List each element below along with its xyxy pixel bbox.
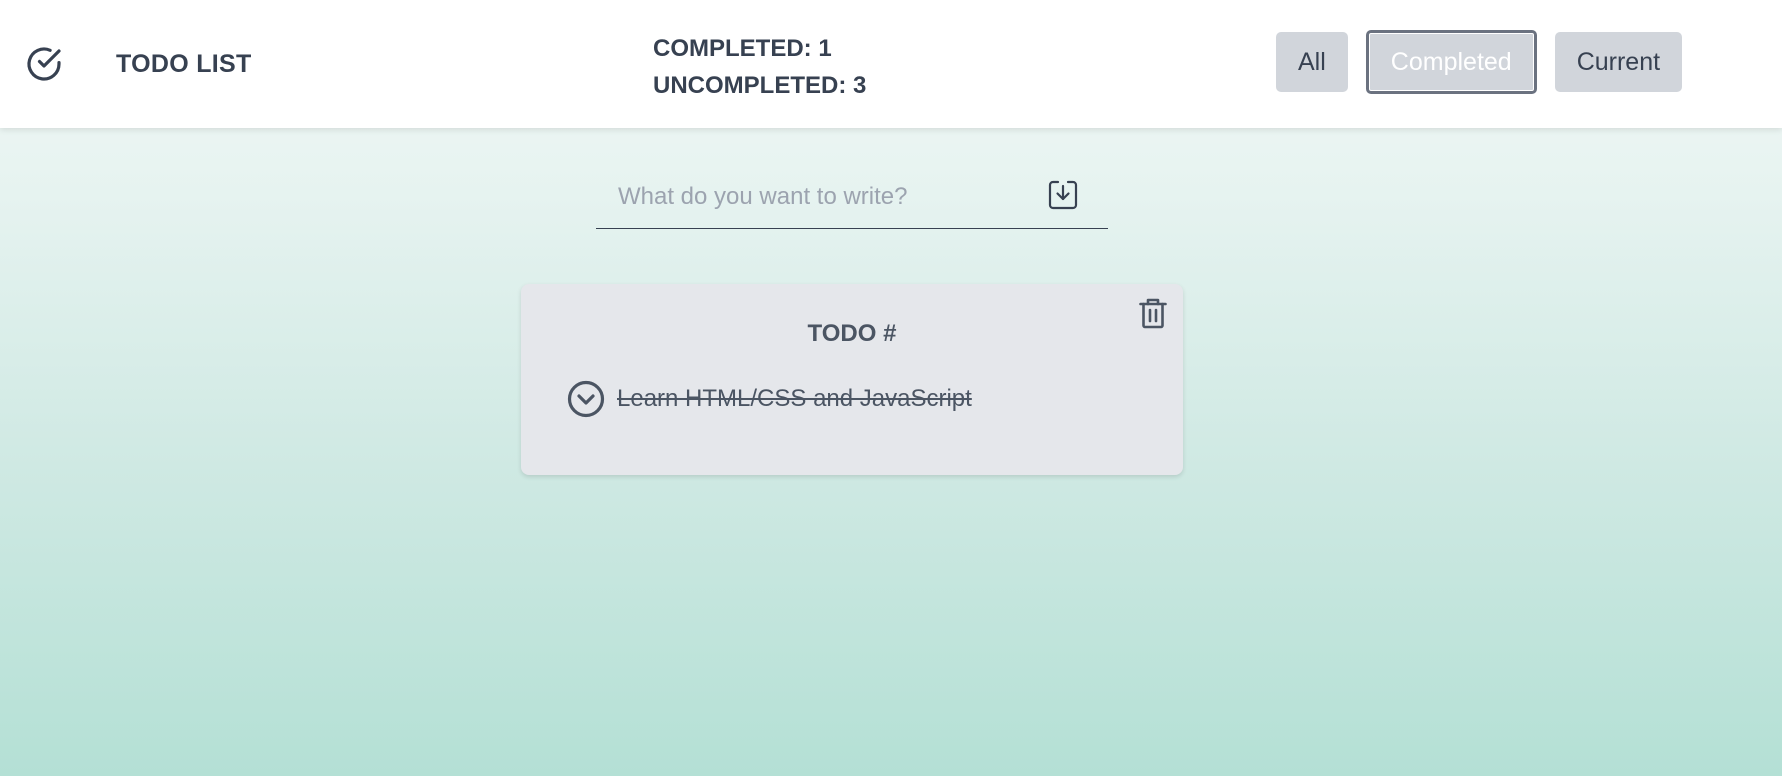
add-todo-button[interactable]	[1042, 174, 1084, 216]
completed-count: COMPLETED: 1	[653, 35, 832, 62]
chevron-circle-icon	[567, 380, 605, 418]
filter-all-button[interactable]: All	[1276, 32, 1348, 92]
check-circle-icon	[24, 44, 64, 84]
uncompleted-count: UNCOMPLETED: 3	[653, 72, 867, 99]
new-todo-form	[596, 168, 1108, 229]
filter-completed-button[interactable]: Completed	[1365, 30, 1537, 94]
app-header: TODO LIST COMPLETED: 1 UNCOMPLETED: 3 Al…	[0, 0, 1782, 128]
app-title: TODO LIST	[116, 50, 252, 78]
download-box-icon	[1047, 179, 1079, 211]
toggle-complete-button[interactable]	[567, 380, 605, 418]
todo-item: Learn HTML/CSS and JavaScript	[567, 379, 972, 419]
todo-text: Learn HTML/CSS and JavaScript	[617, 385, 972, 412]
card-title: TODO #	[807, 320, 897, 347]
filter-bar: All Completed Current	[1276, 30, 1683, 94]
filter-current-button[interactable]: Current	[1554, 32, 1683, 92]
todo-card: TODO # Learn HTML/CSS and JavaScript	[521, 284, 1183, 475]
new-todo-input[interactable]	[596, 168, 1058, 226]
todo-stats: COMPLETED: 1 UNCOMPLETED: 3	[653, 30, 866, 104]
